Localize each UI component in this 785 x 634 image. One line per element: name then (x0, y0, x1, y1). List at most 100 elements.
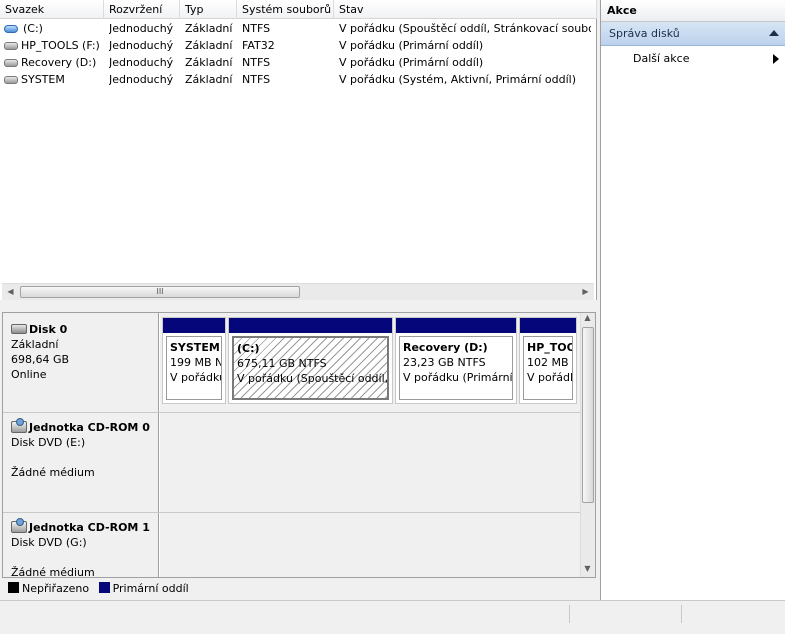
disk-type: Disk DVD (G:) (11, 536, 87, 549)
collapse-icon[interactable] (769, 30, 779, 36)
disk-title: Jednotka CD-ROM 1 (29, 521, 150, 534)
column-header-type[interactable]: Typ (180, 0, 237, 19)
status-separator (569, 605, 570, 623)
disk-partitions (160, 513, 581, 577)
legend-primary: Primární oddíl (112, 582, 189, 595)
volume-name: Recovery (D:) (21, 56, 97, 69)
partition-system[interactable]: SYSTEM 199 MB N V pořádku (162, 317, 226, 404)
partition-size: 675,11 GB NTFS (237, 357, 327, 370)
column-header-layout[interactable]: Rozvržení (104, 0, 180, 19)
partition-recovery[interactable]: Recovery (D:) 23,23 GB NTFS V pořádku (P… (395, 317, 517, 404)
partition-status: V pořádl (527, 371, 573, 384)
volume-type: Základní (185, 22, 233, 35)
disk-title: Jednotka CD-ROM 0 (29, 421, 150, 434)
actions-pane: Akce Správa disků Další akce (600, 0, 785, 600)
partition-name: HP_TOO (527, 341, 573, 354)
volume-status: V pořádku (Primární oddíl) (339, 39, 484, 52)
disk-label[interactable]: Jednotka CD-ROM 1 Disk DVD (G:) Žádné mé… (3, 513, 159, 578)
partition-name: (C:) (237, 342, 260, 355)
vertical-scroll-thumb[interactable] (582, 327, 594, 503)
volume-layout: Jednoduchý (109, 56, 174, 69)
disk-type: Disk DVD (E:) (11, 436, 86, 449)
section-label: Správa disků (609, 27, 680, 40)
vertical-scrollbar[interactable]: ▲ ▼ (580, 313, 595, 577)
disk-size (11, 550, 158, 565)
volume-filesystem: FAT32 (242, 39, 275, 52)
primary-partition-swatch (98, 582, 110, 593)
volume-type: Základní (185, 56, 233, 69)
horizontal-scrollbar[interactable]: ◀ III ▶ (2, 283, 594, 300)
volume-row[interactable]: SYSTEM Jednoduchý Základní NTFS V pořádk… (0, 71, 597, 88)
system-drive-icon (4, 25, 18, 33)
volume-type: Základní (185, 73, 233, 86)
disk-map: Disk 0 Základní 698,64 GB Online SYSTEM … (2, 312, 596, 578)
partition-body-selected: (C:) 675,11 GB NTFS V pořádku (Spouštěcí… (232, 336, 389, 400)
disk-label[interactable]: Jednotka CD-ROM 0 Disk DVD (E:) Žádné mé… (3, 413, 159, 512)
disk-type: Základní (11, 338, 59, 351)
partition-hp-tools[interactable]: HP_TOO 102 MB V pořádl (519, 317, 577, 404)
scroll-right-icon[interactable]: ▶ (577, 284, 594, 300)
disk-label[interactable]: Disk 0 Základní 698,64 GB Online (3, 313, 159, 412)
cd-drive-icon (11, 518, 27, 533)
status-bar (0, 600, 785, 634)
disk-row: Disk 0 Základní 698,64 GB Online SYSTEM … (3, 313, 581, 413)
disk-row: Jednotka CD-ROM 1 Disk DVD (G:) Žádné mé… (3, 513, 581, 578)
column-header-status[interactable]: Stav (334, 0, 597, 19)
disk-partitions: SYSTEM 199 MB N V pořádku (C:) 675,11 GB… (160, 313, 581, 412)
partition-bar (520, 318, 576, 333)
volume-row[interactable]: HP_TOOLS (F:) Jednoduchý Základní FAT32 … (0, 37, 597, 54)
disk-state: Online (11, 368, 47, 381)
disk-title: Disk 0 (29, 323, 68, 336)
volume-filesystem: NTFS (242, 22, 271, 35)
drive-icon (4, 42, 18, 50)
hard-disk-icon (11, 324, 27, 334)
disk-size (11, 450, 158, 465)
scroll-left-icon[interactable]: ◀ (2, 284, 19, 300)
disk-partitions (160, 413, 581, 512)
partition-body: SYSTEM 199 MB N V pořádku (166, 336, 222, 400)
horizontal-scroll-thumb[interactable]: III (20, 286, 300, 298)
partition-size: 102 MB (527, 356, 569, 369)
volume-layout: Jednoduchý (109, 73, 174, 86)
partition-bar (229, 318, 392, 333)
partition-size: 199 MB N (170, 356, 222, 369)
partition-status: V pořádku (Spouštěcí oddíl, S (237, 372, 389, 385)
scroll-up-icon[interactable]: ▲ (580, 313, 595, 324)
partition-body: HP_TOO 102 MB V pořádl (523, 336, 573, 400)
disk-state: Žádné médium (11, 466, 95, 479)
partition-c[interactable]: (C:) 675,11 GB NTFS V pořádku (Spouštěcí… (228, 317, 393, 404)
volume-layout: Jednoduchý (109, 22, 174, 35)
actions-section-disk-management[interactable]: Správa disků (601, 22, 785, 46)
volume-layout: Jednoduchý (109, 39, 174, 52)
scroll-down-icon[interactable]: ▼ (580, 563, 595, 575)
volume-status: V pořádku (Systém, Aktivní, Primární odd… (339, 73, 577, 86)
pane-splitter[interactable] (0, 300, 597, 312)
volume-status: V pořádku (Primární oddíl) (339, 56, 484, 69)
partition-body: Recovery (D:) 23,23 GB NTFS V pořádku (P… (399, 336, 513, 400)
volume-list-header: Svazek Rozvržení Typ Systém souborů Stav (0, 0, 597, 19)
volume-name: SYSTEM (21, 73, 65, 86)
volume-list: Svazek Rozvržení Typ Systém souborů Stav… (0, 0, 597, 300)
legend-unallocated: Nepřiřazeno (22, 582, 90, 595)
volume-name: HP_TOOLS (F:) (21, 39, 100, 52)
volume-row[interactable]: Recovery (D:) Jednoduchý Základní NTFS V… (0, 54, 597, 71)
cd-drive-icon (11, 418, 27, 433)
column-header-filesystem[interactable]: Systém souborů (237, 0, 334, 19)
volume-type: Základní (185, 39, 233, 52)
drive-icon (4, 59, 18, 67)
disk-size: 698,64 GB (11, 353, 70, 366)
partition-name: Recovery (D:) (403, 341, 488, 354)
more-actions-label: Další akce (633, 52, 690, 65)
column-header-volume[interactable]: Svazek (0, 0, 104, 19)
partition-status: V pořádku (Primární (403, 371, 513, 384)
partition-bar (163, 318, 225, 333)
submenu-arrow-icon (773, 54, 779, 64)
partition-bar (396, 318, 516, 333)
drive-icon (4, 76, 18, 84)
actions-title: Akce (601, 0, 785, 22)
volume-filesystem: NTFS (242, 56, 271, 69)
more-actions-item[interactable]: Další akce (601, 48, 785, 70)
volume-row[interactable]: (C:) Jednoduchý Základní NTFS V pořádku … (0, 20, 597, 37)
disk-state: Žádné médium (11, 566, 95, 578)
status-separator (681, 605, 682, 623)
